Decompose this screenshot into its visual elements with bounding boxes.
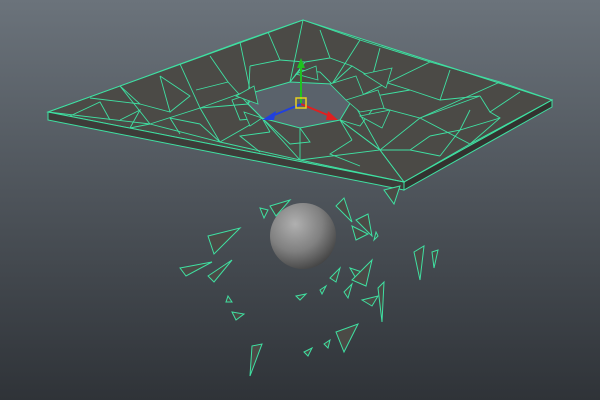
sphere-object[interactable] <box>270 203 336 269</box>
scene-canvas[interactable] <box>0 0 600 400</box>
3d-viewport[interactable] <box>0 0 600 400</box>
